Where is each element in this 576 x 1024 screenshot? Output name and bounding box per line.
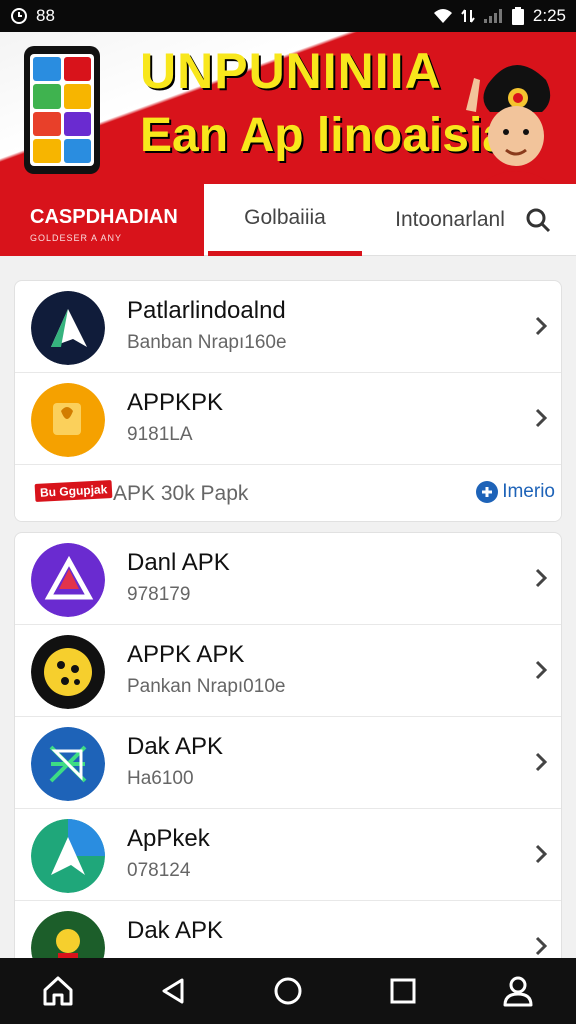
ad-sponsor[interactable]: Imerio bbox=[475, 480, 555, 504]
phone-illustration bbox=[24, 46, 100, 174]
banner-subtitle: Ean Ap linoaisia bbox=[140, 109, 509, 162]
status-bar: 88 2:25 bbox=[0, 0, 576, 32]
navigation-bar bbox=[0, 958, 576, 1024]
wifi-icon bbox=[433, 9, 452, 23]
app-meta: 078124 bbox=[127, 860, 191, 881]
chevron-right-icon bbox=[535, 408, 548, 428]
ad-banner[interactable]: Bu Ggupjak APK 30k Papk Imerio bbox=[15, 465, 561, 521]
search-icon bbox=[526, 208, 551, 233]
signal-icon bbox=[483, 9, 502, 23]
tab-label: Golbaiiia bbox=[244, 205, 326, 229]
featured-card: Patlarlindoalnd Banban Nrapı160e APPKPK … bbox=[14, 280, 562, 522]
tab-international[interactable]: Intoonarlanl bbox=[382, 184, 518, 256]
tab-global[interactable]: Golbaiiia bbox=[208, 184, 362, 256]
list-item[interactable]: Patlarlindoalnd Banban Nrapı160e bbox=[15, 281, 561, 373]
chevron-right-icon bbox=[535, 752, 548, 772]
yellow-puzzle-icon bbox=[31, 383, 105, 457]
chevron-right-icon bbox=[535, 316, 548, 336]
list-item[interactable]: ApPkek 078124 bbox=[15, 809, 561, 901]
app-meta: Pankan Nrapı010e bbox=[127, 676, 286, 697]
circle-icon bbox=[274, 977, 302, 1005]
app-meta: 978179 bbox=[127, 584, 191, 605]
sponsor-logo-icon bbox=[476, 481, 499, 503]
list-item[interactable]: APPK APK Pankan Nrapı010e bbox=[15, 625, 561, 717]
app-name: ApPkek bbox=[127, 825, 210, 852]
back-button[interactable] bbox=[149, 967, 197, 1015]
blue-star-icon bbox=[31, 727, 105, 801]
back-icon bbox=[162, 978, 184, 1004]
home-button[interactable] bbox=[34, 967, 82, 1015]
app-name: Patlarlindoalnd bbox=[127, 297, 286, 324]
tab-label: Intoonarlanl bbox=[395, 208, 505, 231]
list-item[interactable]: Danl APK 978179 bbox=[15, 533, 561, 625]
square-icon bbox=[390, 978, 416, 1004]
sponsor-label: Imerio bbox=[502, 481, 555, 502]
app-name: APPK APK bbox=[127, 641, 245, 668]
list-item[interactable]: APPKPK 9181LA bbox=[15, 373, 561, 465]
tab-bar: CASPDHADIAN GOLDESER A ANY Golbaiiia Int… bbox=[0, 184, 576, 256]
mobile-data-icon bbox=[461, 9, 475, 23]
purple-triangle-icon bbox=[31, 543, 105, 617]
chevron-right-icon bbox=[535, 936, 548, 956]
chevron-right-icon bbox=[535, 568, 548, 588]
app-meta: 9181LA bbox=[127, 424, 193, 445]
chevron-right-icon bbox=[535, 844, 548, 864]
app-name: Dak APK bbox=[127, 733, 224, 760]
status-time: 2:25 bbox=[532, 6, 566, 25]
ad-badge: Bu Ggupjak bbox=[34, 479, 113, 503]
apps-card: Danl APK 978179 APPK APK Pankan Nrapı010… bbox=[14, 532, 562, 968]
recents-button[interactable] bbox=[379, 967, 427, 1015]
app-name: Dak APK bbox=[127, 917, 224, 944]
blue-green-triangle-icon bbox=[31, 819, 105, 893]
profile-button[interactable] bbox=[494, 967, 542, 1015]
banner-title: UNPUNINIIA bbox=[140, 43, 442, 99]
black-cookie-icon bbox=[31, 635, 105, 709]
app-name: Danl APK bbox=[127, 549, 230, 576]
app-name: APPKPK bbox=[127, 389, 224, 416]
brand-title: CASPDHADIAN bbox=[30, 206, 178, 228]
promo-banner[interactable]: UNPUNINIIA Ean Ap linoaisia bbox=[0, 32, 576, 184]
chevron-right-icon bbox=[535, 660, 548, 680]
list-item[interactable]: Dak APK Ha6100 bbox=[15, 717, 561, 809]
ad-text: APK 30k Papk bbox=[113, 482, 249, 505]
notification-badge: 88 bbox=[36, 6, 55, 25]
dark-triangle-icon bbox=[31, 291, 105, 365]
home-icon bbox=[43, 976, 73, 1006]
clock-icon bbox=[11, 8, 27, 24]
profile-icon bbox=[503, 976, 533, 1007]
app-meta: Banban Nrapı160e bbox=[127, 332, 287, 353]
home-circle-button[interactable] bbox=[264, 967, 312, 1015]
brand-logo[interactable]: CASPDHADIAN GOLDESER A ANY bbox=[0, 184, 204, 256]
app-meta: Ha6100 bbox=[127, 768, 194, 789]
battery-icon bbox=[511, 7, 524, 25]
mascot-illustration bbox=[466, 64, 552, 184]
brand-subtitle: GOLDESER A ANY bbox=[30, 233, 123, 243]
search-button[interactable] bbox=[520, 202, 556, 238]
